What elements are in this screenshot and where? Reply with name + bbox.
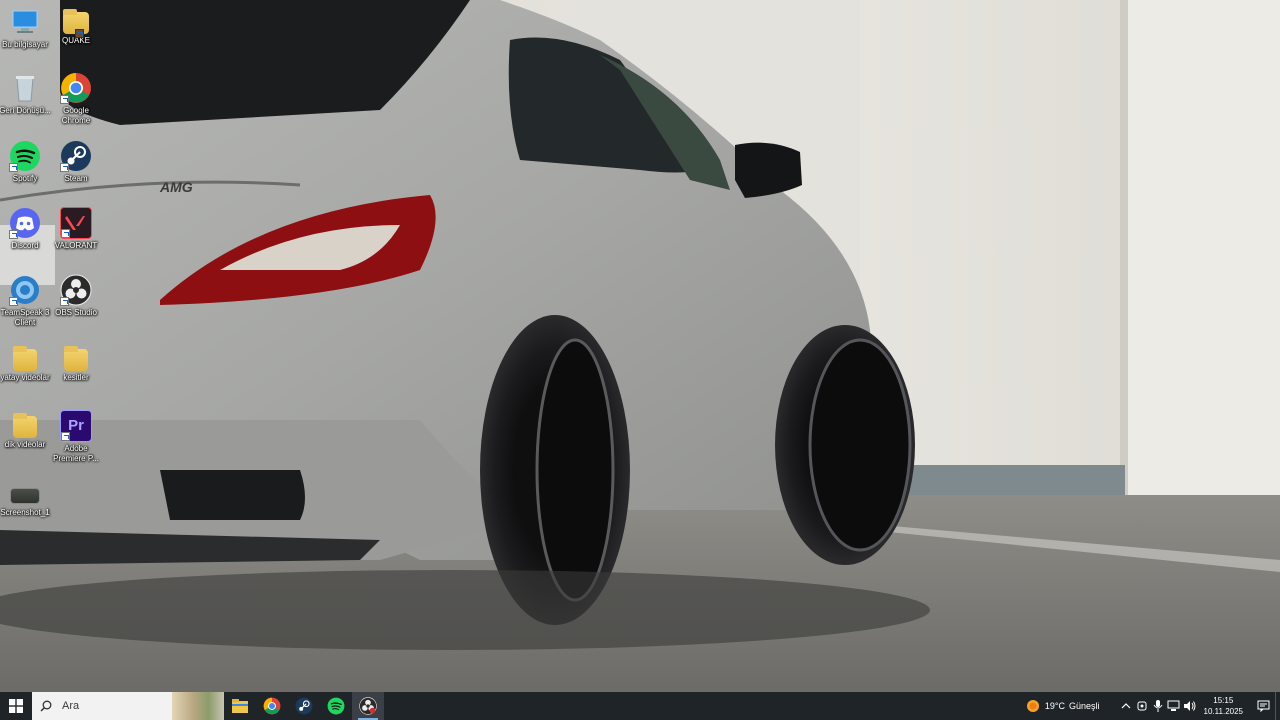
weather-condition: Güneşli xyxy=(1069,701,1100,711)
search-icon xyxy=(40,700,52,712)
desktop-icon-dik-videolar[interactable]: dik videolar xyxy=(0,410,52,450)
desktop-icon-valorant[interactable]: VALORANT xyxy=(49,207,103,251)
taskbar-search[interactable] xyxy=(32,692,224,720)
search-input[interactable] xyxy=(60,699,174,713)
desktop-icon-kesitler[interactable]: kesitler xyxy=(49,343,103,383)
taskbar-clock[interactable]: 15:15 10.11.2025 xyxy=(1204,695,1243,717)
clock-time: 15:15 xyxy=(1213,696,1234,705)
notification-center-button[interactable] xyxy=(1251,692,1275,720)
this-pc-icon xyxy=(9,6,41,38)
tray-network-status[interactable] xyxy=(1134,692,1150,720)
notification-icon xyxy=(1257,700,1269,712)
folder-icon xyxy=(13,346,37,371)
windows-icon xyxy=(9,699,23,713)
teamspeak-icon xyxy=(9,274,41,306)
desktop-icon-chrome[interactable]: Google Chrome xyxy=(49,72,103,126)
tray-volume[interactable] xyxy=(1182,692,1198,720)
desktop-icon-teamspeak[interactable]: TeamSpeak 3 Client xyxy=(0,274,52,328)
weather-widget[interactable]: 19°C Güneşli xyxy=(1025,698,1100,714)
vpn-icon xyxy=(1137,701,1147,711)
folder-icon xyxy=(13,413,37,438)
svg-text:AMG: AMG xyxy=(159,179,193,195)
taskbar-app-obs[interactable] xyxy=(352,692,384,720)
desktop-icon-yatay-videolar[interactable]: yatay videolar xyxy=(0,343,52,383)
valorant-icon xyxy=(60,207,92,239)
taskbar-app-steam[interactable] xyxy=(288,692,320,720)
desktop-icon-obs[interactable]: OBS Studio xyxy=(49,274,103,318)
obs-icon xyxy=(359,697,377,715)
desktop-icon-quake[interactable]: QUAKE xyxy=(49,6,103,46)
taskbar: 19°C Güneşli 15:15 10.11.2025 xyxy=(0,692,1280,720)
microphone-icon xyxy=(1153,700,1162,712)
chevron-up-icon xyxy=(1121,703,1130,709)
sun-icon xyxy=(1026,700,1039,712)
search-highlight-image xyxy=(172,692,224,720)
desktop-wallpaper: AMG xyxy=(0,0,1280,692)
folder-icon xyxy=(63,9,89,38)
premiere-icon: Pr xyxy=(60,410,92,442)
desktop-icon-steam[interactable]: Steam xyxy=(49,140,103,184)
system-tray: 19°C Güneşli 15:15 10.11.2025 xyxy=(1025,692,1280,720)
steam-icon xyxy=(60,140,92,172)
desktop-icon-recycle-bin[interactable]: Geri Dönüşü... xyxy=(0,72,52,116)
file-explorer-icon xyxy=(232,699,248,713)
taskbar-app-chrome[interactable] xyxy=(256,692,288,720)
spotify-icon xyxy=(327,697,345,715)
desktop-icon-spotify[interactable]: Spotify xyxy=(0,140,52,184)
taskbar-app-spotify[interactable] xyxy=(320,692,352,720)
discord-icon xyxy=(9,207,41,239)
desktop-icon-premiere[interactable]: Pr Adobe Premiere P... xyxy=(49,410,103,464)
obs-icon xyxy=(60,274,92,306)
steam-icon xyxy=(295,697,313,715)
show-desktop-button[interactable] xyxy=(1275,692,1280,720)
taskbar-app-file-explorer[interactable] xyxy=(224,692,256,720)
spotify-icon xyxy=(9,140,41,172)
tray-network[interactable] xyxy=(1166,692,1182,720)
tray-overflow-button[interactable] xyxy=(1118,692,1134,720)
chrome-icon xyxy=(60,72,92,104)
desktop-icon-screenshot[interactable]: Screenshot_1 xyxy=(0,488,52,518)
image-file-icon xyxy=(10,488,40,504)
tray-microphone[interactable] xyxy=(1150,692,1166,720)
speaker-icon xyxy=(1184,701,1196,711)
start-button[interactable] xyxy=(0,692,32,720)
recycle-bin-icon xyxy=(9,72,41,104)
desktop-icon-discord[interactable]: Discord xyxy=(0,207,52,251)
network-icon xyxy=(1167,700,1180,711)
weather-temp: 19°C xyxy=(1044,701,1066,711)
desktop-icon-this-pc[interactable]: Bu bilgisayar xyxy=(0,6,52,50)
clock-date: 10.11.2025 xyxy=(1203,707,1243,716)
folder-icon xyxy=(64,346,88,371)
chrome-icon xyxy=(263,697,281,715)
